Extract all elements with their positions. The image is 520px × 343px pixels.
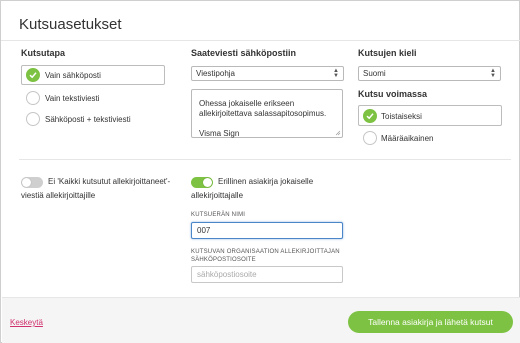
separate-document-label-line2: allekirjoittajalle <box>191 191 244 200</box>
language-select-value: Suomi <box>363 69 386 78</box>
resize-grip-icon[interactable] <box>335 130 341 136</box>
method-heading: Kutsutapa <box>21 48 66 58</box>
check-icon <box>29 72 37 79</box>
cover-email-heading: Saateviesti sähköpostiin <box>191 48 297 58</box>
all-invited-message-label-line1: Ei 'Kaikki kutsutut allekirjoittaneet'- <box>48 177 171 186</box>
section-divider <box>19 159 511 160</box>
validity-option-fixed-term-radio[interactable] <box>363 131 377 145</box>
validity-option-indefinite-radio[interactable] <box>363 109 377 123</box>
method-option-email-radio[interactable] <box>26 68 40 82</box>
org-email-input[interactable] <box>191 266 343 283</box>
batch-name-input[interactable]: 007 <box>191 222 343 239</box>
method-option-email-sms-label[interactable]: Sähköposti + tekstiviesti <box>45 115 131 124</box>
all-invited-message-label-line2: viestiä allekirjoittajille <box>21 191 96 200</box>
org-email-label-line2: SÄHKÖPOSTIOSOITE <box>191 257 256 263</box>
template-select[interactable]: Viestipohja ▲ ▼ <box>191 66 344 81</box>
dialog-title: Kutsuasetukset <box>19 16 122 33</box>
cancel-link[interactable]: Keskeytä <box>10 318 43 327</box>
check-icon <box>366 113 374 120</box>
cover-message-textarea[interactable]: Ohessa jokaiselle erikseen allekirjoitet… <box>191 89 343 138</box>
toggle-knob <box>203 178 212 187</box>
template-select-value: Viestipohja <box>196 69 235 78</box>
select-arrows-icon: ▲ ▼ <box>333 68 339 79</box>
cover-message-line: allekirjoitettava salassapitosopimus. <box>199 109 327 118</box>
validity-option-indefinite-label[interactable]: Toistaiseksi <box>381 112 422 121</box>
method-option-sms-label[interactable]: Vain tekstiviesti <box>45 94 100 103</box>
separate-document-label-line1: Erillinen asiakirja jokaiselle <box>218 177 314 186</box>
validity-option-indefinite-highlight[interactable] <box>358 105 502 126</box>
invitation-settings-dialog: Kutsuasetukset Kutsutapa Vain sähköposti… <box>0 0 520 343</box>
cover-message-line: Ohessa jokaiselle erikseen <box>199 99 295 108</box>
method-option-sms-radio[interactable] <box>26 91 40 105</box>
validity-option-fixed-term-label[interactable]: Määräaikainen <box>381 134 433 143</box>
cover-message-line: Visma Sign <box>199 129 240 138</box>
dialog-footer: Keskeytä Tallenna asiakirja ja lähetä ku… <box>2 297 520 343</box>
language-select[interactable]: Suomi ▲ ▼ <box>358 66 501 81</box>
toggle-knob <box>22 178 31 187</box>
save-and-send-button[interactable]: Tallenna asiakirja ja lähetä kutsut <box>348 311 513 333</box>
org-email-label-line1: KUTSUVAN ORGANISAATION ALLEKIRJOITTAJAN <box>191 249 340 255</box>
validity-heading: Kutsu voimassa <box>358 89 428 99</box>
method-option-email-sms-radio[interactable] <box>26 112 40 126</box>
language-heading: Kutsujen kieli <box>358 48 417 58</box>
select-arrows-icon: ▲ ▼ <box>490 68 496 79</box>
title-divider <box>1 40 520 41</box>
batch-name-value: 007 <box>197 226 211 235</box>
all-invited-message-toggle[interactable] <box>21 177 43 188</box>
batch-name-label: KUTSUERÄN NIMI <box>191 212 246 218</box>
separate-document-toggle[interactable] <box>191 177 213 188</box>
method-option-email-label[interactable]: Vain sähköposti <box>45 71 101 80</box>
